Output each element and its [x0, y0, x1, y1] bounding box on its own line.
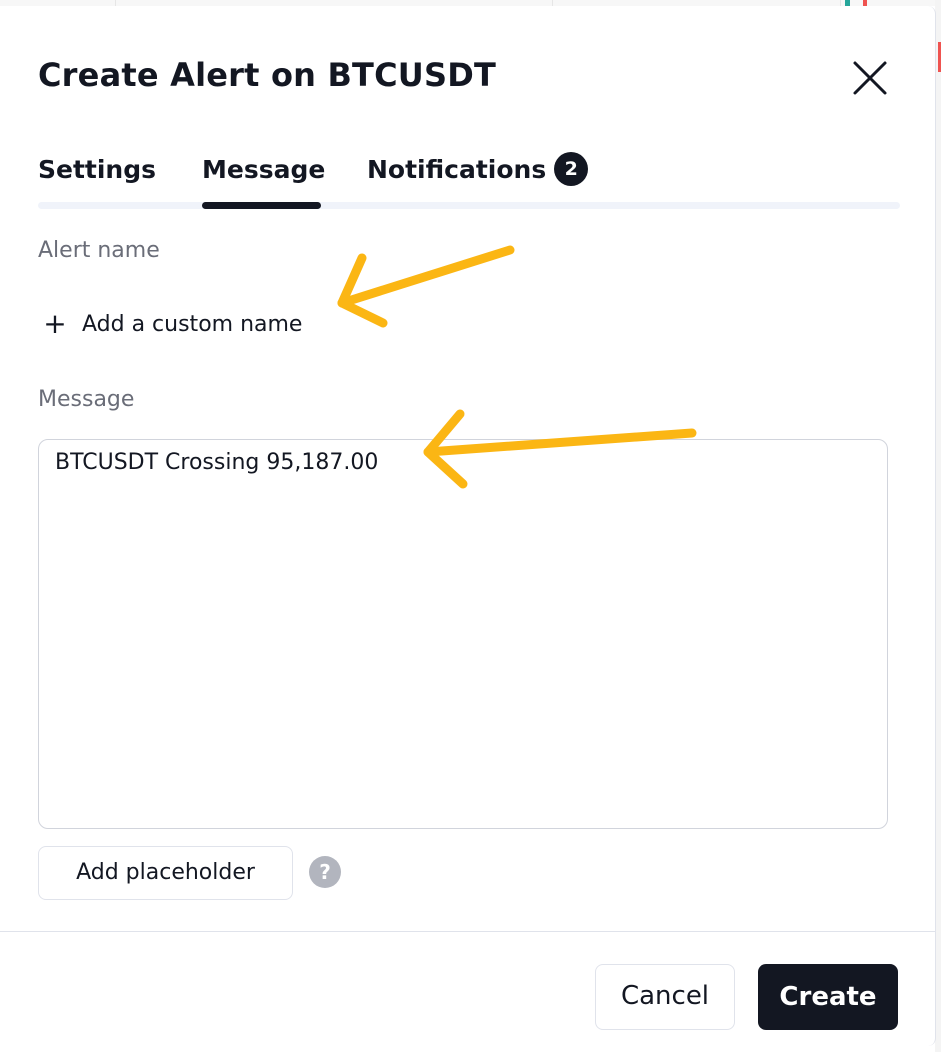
create-button[interactable]: Create	[758, 964, 898, 1030]
create-alert-dialog: Create Alert on BTCUSDT Settings Message…	[0, 6, 936, 1046]
footer-divider	[0, 931, 935, 932]
alert-name-label: Alert name	[38, 238, 160, 263]
message-label: Message	[38, 387, 135, 412]
message-textarea[interactable]: BTCUSDT Crossing 95,187.00	[38, 439, 888, 829]
help-icon[interactable]: ?	[309, 856, 341, 888]
plus-icon: +	[43, 307, 67, 340]
tab-notifications-label: Notifications	[367, 155, 547, 184]
tab-notifications[interactable]: Notifications 2	[367, 142, 589, 198]
close-button[interactable]	[850, 58, 890, 98]
tabs-track	[38, 202, 900, 209]
tab-message[interactable]: Message	[202, 142, 325, 198]
add-placeholder-button[interactable]: Add placeholder	[38, 846, 293, 900]
active-tab-indicator	[202, 202, 321, 209]
close-icon	[853, 61, 887, 95]
notifications-count-badge: 2	[554, 152, 589, 186]
cancel-button[interactable]: Cancel	[595, 964, 735, 1030]
tab-bar: Settings Message Notifications 2	[38, 142, 900, 204]
tab-settings[interactable]: Settings	[38, 142, 156, 198]
dialog-title: Create Alert on BTCUSDT	[38, 56, 496, 94]
add-custom-name-button[interactable]: + Add a custom name	[40, 304, 302, 344]
add-custom-name-label: Add a custom name	[82, 312, 303, 337]
